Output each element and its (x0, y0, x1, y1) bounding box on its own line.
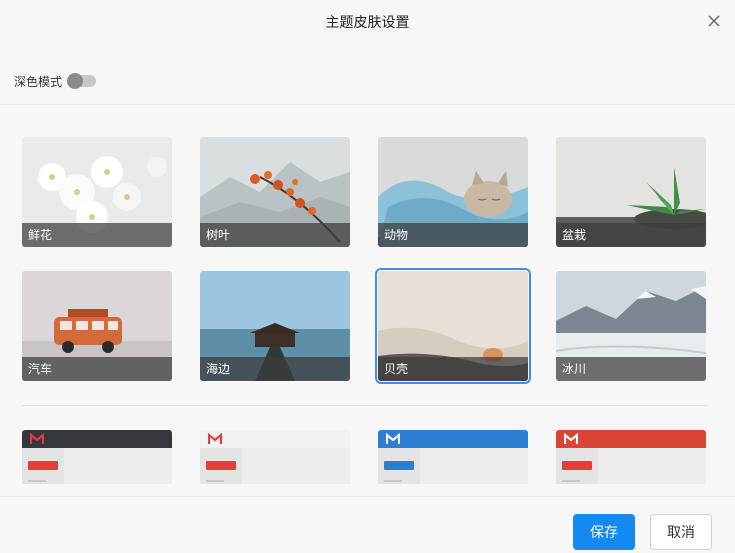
dark-mode-row: 深色模式 (14, 72, 97, 90)
color-theme-light[interactable] (200, 430, 350, 484)
theme-card-seaside[interactable]: 海边 (200, 271, 350, 381)
preview-button (562, 461, 592, 470)
preview-button (384, 461, 414, 470)
divider (0, 104, 735, 105)
theme-card-leaves[interactable]: 树叶 (200, 137, 350, 247)
theme-label: 贝壳 (378, 357, 528, 381)
color-theme-blue[interactable] (378, 430, 528, 484)
preview-line (28, 480, 46, 482)
divider (22, 405, 708, 406)
theme-card-shells[interactable]: 贝壳 (375, 268, 531, 384)
theme-card-flowers[interactable]: 鲜花 (22, 137, 172, 247)
dark-mode-label: 深色模式 (14, 74, 63, 89)
cancel-button[interactable]: 取消 (650, 514, 712, 550)
dialog-title: 主题皮肤设置 (325, 15, 410, 31)
preview-line (562, 480, 580, 482)
color-theme-dark[interactable] (22, 430, 172, 484)
color-theme-red[interactable] (556, 430, 706, 484)
theme-label: 动物 (378, 223, 528, 247)
theme-card-plants[interactable]: 盆栽 (556, 137, 706, 247)
theme-label: 鲜花 (22, 223, 172, 247)
preview-bar (556, 430, 706, 448)
preview-bar (200, 430, 350, 448)
preview-line (206, 480, 224, 482)
toggle-knob (67, 73, 84, 89)
mail-logo-icon (30, 433, 44, 444)
theme-settings-dialog: 主题皮肤设置 深色模式 鲜花 树叶 动物 盆栽 汽车 海边 贝壳 冰川 保存 取… (0, 0, 735, 553)
preview-line (384, 480, 402, 482)
divider (0, 496, 735, 497)
dialog-header: 主题皮肤设置 (0, 0, 735, 44)
mail-logo-icon (564, 433, 578, 444)
theme-label: 树叶 (200, 223, 350, 247)
theme-label: 冰川 (556, 357, 706, 381)
theme-card-cars[interactable]: 汽车 (22, 271, 172, 381)
close-icon[interactable] (703, 10, 725, 32)
theme-label: 汽车 (22, 357, 172, 381)
theme-card-animals[interactable]: 动物 (378, 137, 528, 247)
preview-button (206, 461, 236, 470)
preview-button (28, 461, 58, 470)
dark-mode-toggle[interactable] (67, 73, 97, 89)
theme-card-glacier[interactable]: 冰川 (556, 271, 706, 381)
preview-bar (22, 430, 172, 448)
mail-logo-icon (208, 433, 222, 444)
save-button[interactable]: 保存 (573, 514, 635, 550)
theme-label: 盆栽 (556, 223, 706, 247)
theme-label: 海边 (200, 357, 350, 381)
mail-logo-icon (386, 433, 400, 444)
preview-bar (378, 430, 528, 448)
